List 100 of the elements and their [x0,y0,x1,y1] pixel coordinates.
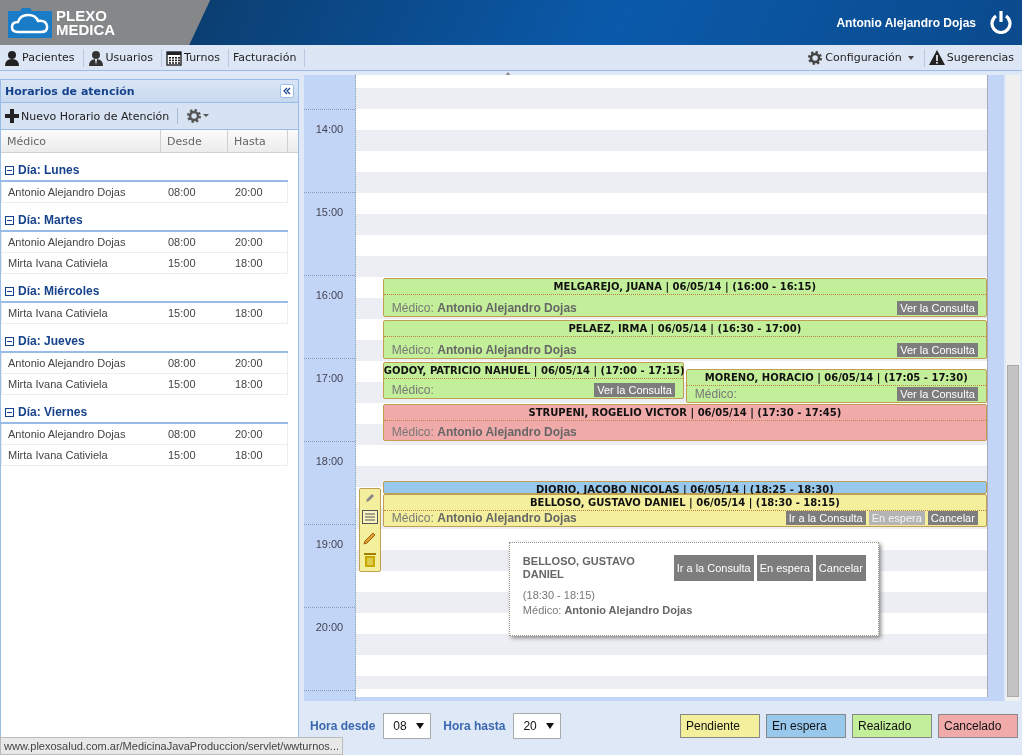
notes-icon[interactable] [361,509,378,524]
column-header[interactable]: Desde [161,130,228,152]
legend-item: En espera [766,714,846,738]
table-cell-text: Antonio Alejandro Dojas [7,236,127,248]
logo-text: MEDICA [56,22,116,37]
pencil-icon[interactable] [364,492,375,503]
column-header[interactable]: Médico [1,130,161,152]
hour-label: 16:00 [315,289,344,303]
group-label: Día: Martes [18,213,83,227]
table-cell-text: 18:00 [234,449,264,461]
appointment-title: MORENO, HORACIO | 06/05/14 | (17:05 - 17:30) [686,370,986,386]
hour-label: 14:00 [315,123,344,137]
nav-menu-item[interactable]: Turnos [162,48,229,67]
appointment-title: GODOY, PATRICIO NAHUEL | 06/05/14 | (17:00 - 17:15) [383,363,683,379]
appointment-title: STRUPENI, ROGELIO VICTOR | 06/05/14 | (17:30 - 17:45) [383,405,986,421]
collapse-icon[interactable] [5,165,14,175]
field-label: Hora hasta [443,719,506,733]
appointment-card[interactable]: STRUPENI, ROGELIO VICTOR | 06/05/14 | (17:30 - 17:45) Médico: Antonio Alejandro Dojas [382,404,987,441]
caret-icon [416,723,425,729]
collapse-icon[interactable] [5,286,14,296]
table-cell-text: 20:00 [234,428,264,440]
group-label: Día: Miércoles [18,284,100,298]
collapse-icon[interactable] [5,407,14,417]
table-cell-text: Antonio Alejandro Dojas [7,428,127,440]
table-cell-text: Mirta Ivana Cativiela [7,378,109,390]
doctor-label: Médico: [391,343,434,357]
group-label: Día: Jueves [18,334,85,348]
doctor-name: Antonio Alejandro Dojas [437,511,577,525]
group-label: Día: Viernes [18,405,88,419]
action-button[interactable]: Ver la Consulta [897,343,978,357]
action-button[interactable]: Cancelar [927,511,978,525]
table-cell-text: 08:00 [167,186,197,198]
hour-label: 18:00 [315,455,344,469]
action-button[interactable]: Ver la Consulta [897,301,978,315]
table-cell-text: 20:00 [234,357,264,369]
doctor-label: Médico: [391,425,434,439]
logo-text: PLEXO [56,8,108,23]
action-button[interactable]: Ir a la Consulta [785,511,866,525]
field-label: Hora desde [310,719,376,733]
collapse-icon[interactable] [5,215,14,225]
table-cell-text: Mirta Ivana Cativiela [7,307,109,319]
table-cell-text: 15:00 [167,257,197,269]
hour-label: 17:00 [315,372,344,386]
nav-menu-item[interactable]: Pacientes [0,48,84,67]
legend-item: Cancelado [938,714,1018,738]
action-button[interactable]: En espera [756,555,813,581]
group-label: Día: Lunes [18,163,80,177]
table-cell-text: 15:00 [167,307,197,319]
table-cell-text: 20:00 [234,186,264,198]
status-url: www.plexosalud.com.ar/MedicinaJavaProduccion/servlet/wwturnos... [0,737,344,755]
doctor-label: Médico: [391,511,434,525]
appointment-time: (18:30 - 18:15) [522,589,596,601]
nav-menu-item[interactable]: Sugerencias [923,48,1022,67]
pencil-icon[interactable] [362,530,377,545]
doctor-name: Antonio Alejandro Dojas [437,301,577,315]
table-cell-text: Antonio Alejandro Dojas [7,357,127,369]
column-header[interactable]: Hasta [228,130,288,152]
hour-from-select[interactable]: 08 [383,713,432,739]
doctor-label: Médico: [391,383,434,397]
hour-label: 19:00 [315,538,344,552]
panel-title: Horarios de atención [5,84,135,98]
caret-icon [546,723,555,729]
action-button[interactable]: Ir a la Consulta [673,555,754,581]
appointment-title: MELGAREJO, JUANA | 06/05/14 | (16:00 - 16:15) [383,279,986,295]
table-cell-text: 15:00 [167,449,197,461]
doctor-name: Antonio Alejandro Dojas [564,604,693,616]
settings-icon[interactable] [186,108,211,124]
table-cell-text: 18:00 [234,378,264,390]
action-button[interactable]: Ver la Consulta [594,383,675,397]
user-name: Antonio Alejandro Dojas [836,15,976,30]
patient-name: BELLOSO, GUSTAVO DANIEL [522,555,636,581]
nav-menu-item[interactable]: Configuración [803,48,924,67]
user-icon [87,49,104,66]
appointment-card[interactable]: PELAEZ, IRMA | 06/05/14 | (16:30 - 17:00) Médico: Antonio Alejandro Dojas Ver la Consulta [382,320,987,359]
table-cell-text: 08:00 [167,357,197,369]
doctor-label: Médico: [522,604,562,616]
cloud-logo-icon [8,7,52,38]
doctor-label: Médico: [694,387,737,401]
nav-menu-item[interactable]: Facturación [228,48,306,67]
table-cell-text: 08:00 [167,428,197,440]
action-button[interactable]: Ver la Consulta [897,387,978,401]
hour-to-select[interactable]: 20 [513,713,562,739]
appointment-card[interactable]: GODOY, PATRICIO NAHUEL | 06/05/14 | (17:00 - 17:15) Médico: Ver la Consulta [382,362,684,399]
doctor-name: Antonio Alejandro Dojas [437,425,577,439]
person-icon [4,49,20,66]
nav-menu-item[interactable]: Usuarios [83,48,163,67]
table-cell-text: 18:00 [234,257,264,269]
table-cell-text: Mirta Ivana Cativiela [7,449,109,461]
table-cell-text: 20:00 [234,236,264,248]
table-cell-text: Antonio Alejandro Dojas [7,186,127,198]
appointment-card[interactable]: MORENO, HORACIO | 06/05/14 | (17:05 - 17:30) Médico: Ver la Consulta [685,369,987,403]
table-cell-text: 08:00 [167,236,197,248]
action-button[interactable]: Cancelar [815,555,866,581]
power-icon[interactable] [990,11,1012,34]
collapse-icon[interactable] [5,336,14,346]
trash-icon[interactable] [362,551,377,568]
appointment-card[interactable]: MELGAREJO, JUANA | 06/05/14 | (16:00 - 16:15) Médico: Antonio Alejandro Dojas Ver la Consulta [382,278,987,317]
calendar-icon [166,49,183,66]
collapse-icon[interactable] [280,84,294,98]
scrollbar[interactable] [1006,75,1020,701]
